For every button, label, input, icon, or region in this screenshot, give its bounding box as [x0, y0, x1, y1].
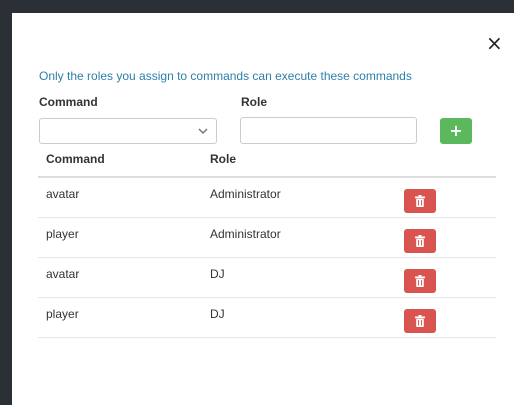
delete-row-button[interactable]: [404, 269, 436, 293]
plus-icon: +: [449, 121, 463, 140]
trash-icon: [415, 275, 425, 287]
chevron-down-icon: [198, 128, 208, 135]
role-label: Role: [241, 95, 268, 109]
table-row: player Administrator: [38, 218, 496, 258]
row-role: Administrator: [210, 227, 281, 241]
row-role: Administrator: [210, 187, 281, 201]
table-row: player DJ: [38, 298, 496, 338]
backdrop-top: [0, 0, 514, 13]
row-command: avatar: [46, 267, 80, 281]
delete-row-button[interactable]: [404, 309, 436, 333]
delete-row-button[interactable]: [404, 229, 436, 253]
column-header-command: Command: [46, 152, 105, 166]
trash-icon: [415, 315, 425, 327]
row-role: DJ: [210, 267, 225, 281]
delete-row-button[interactable]: [404, 189, 436, 213]
role-input[interactable]: [240, 117, 417, 144]
table-row: avatar DJ: [38, 258, 496, 298]
table-row: avatar Administrator: [38, 178, 496, 218]
command-roles-modal: × Only the roles you assign to commands …: [12, 13, 514, 405]
column-header-role: Role: [210, 152, 237, 166]
row-command: player: [46, 307, 79, 321]
command-select[interactable]: [39, 118, 217, 144]
add-command-role-button[interactable]: +: [440, 118, 472, 144]
backdrop-left: [0, 0, 12, 405]
command-label: Command: [39, 95, 98, 109]
row-command: player: [46, 227, 79, 241]
close-button[interactable]: ×: [486, 31, 503, 55]
screen: × Only the roles you assign to commands …: [0, 0, 514, 405]
row-role: DJ: [210, 307, 225, 321]
trash-icon: [415, 195, 425, 207]
permissions-notice: Only the roles you assign to commands ca…: [39, 69, 412, 83]
row-command: avatar: [46, 187, 80, 201]
trash-icon: [415, 235, 425, 247]
close-icon[interactable]: ×: [486, 31, 503, 55]
